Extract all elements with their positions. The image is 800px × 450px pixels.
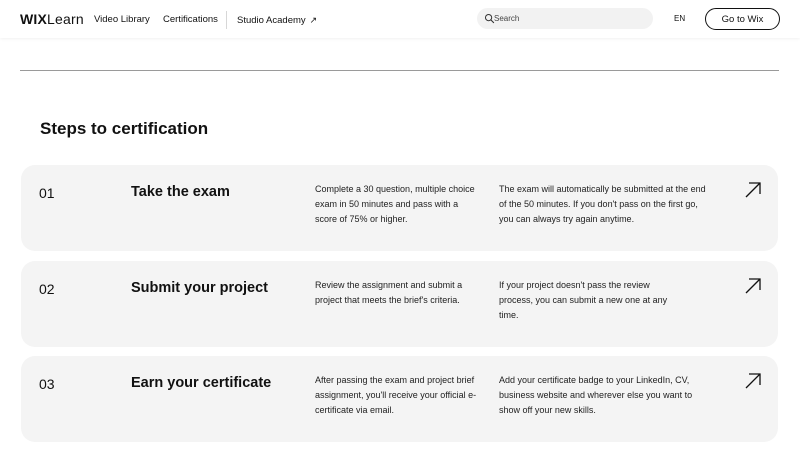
arrow-up-right-icon[interactable] (744, 277, 762, 295)
section-title: Steps to certification (40, 119, 209, 138)
step-title: Earn your certificate (131, 375, 272, 391)
logo-learn-text: Learn (47, 11, 84, 27)
nav-studio-academy-label: Studio Academy (237, 15, 306, 26)
step-card-1[interactable]: 01 Take the exam Complete a 30 question,… (21, 165, 778, 251)
step-description: Review the assignment and submit a proje… (315, 280, 463, 305)
step-description: Complete a 30 question, multiple choice … (315, 184, 475, 224)
step-number: 03 (39, 376, 55, 392)
step-note: If your project doesn't pass the review … (499, 280, 668, 320)
arrow-up-right-icon[interactable] (744, 181, 762, 199)
go-to-wix-button[interactable]: Go to Wix (705, 8, 780, 30)
step-title: Take the exam (131, 184, 230, 200)
logo-wix-text: WIX (20, 11, 48, 27)
search-input[interactable] (494, 11, 644, 26)
language-selector[interactable]: EN (674, 14, 685, 24)
step-note: The exam will automatically be submitted… (499, 184, 706, 224)
arrow-up-right-icon[interactable] (744, 372, 762, 390)
step-number: 01 (39, 185, 55, 201)
step-card-3[interactable]: 03 Earn your certificate After passing t… (21, 356, 778, 442)
step-note: Add your certificate badge to your Linke… (499, 375, 693, 415)
step-number: 02 (39, 281, 55, 297)
section-divider (20, 70, 779, 71)
step-card-2[interactable]: 02 Submit your project Review the assign… (21, 261, 778, 347)
step-title: Submit your project (131, 280, 268, 296)
top-navigation-bar: WIXLearn Video Library Certifications St… (0, 0, 800, 38)
wix-learn-logo[interactable]: WIXLearn (20, 11, 84, 27)
nav-divider (226, 11, 227, 29)
step-description: After passing the exam and project brief… (315, 375, 477, 415)
external-arrow-icon: ↗ (309, 15, 318, 25)
nav-certifications[interactable]: Certifications (163, 14, 218, 26)
nav-video-library[interactable]: Video Library (94, 14, 150, 26)
search-bar[interactable] (477, 8, 653, 29)
nav-studio-academy[interactable]: Studio Academy ↗ (237, 14, 317, 27)
